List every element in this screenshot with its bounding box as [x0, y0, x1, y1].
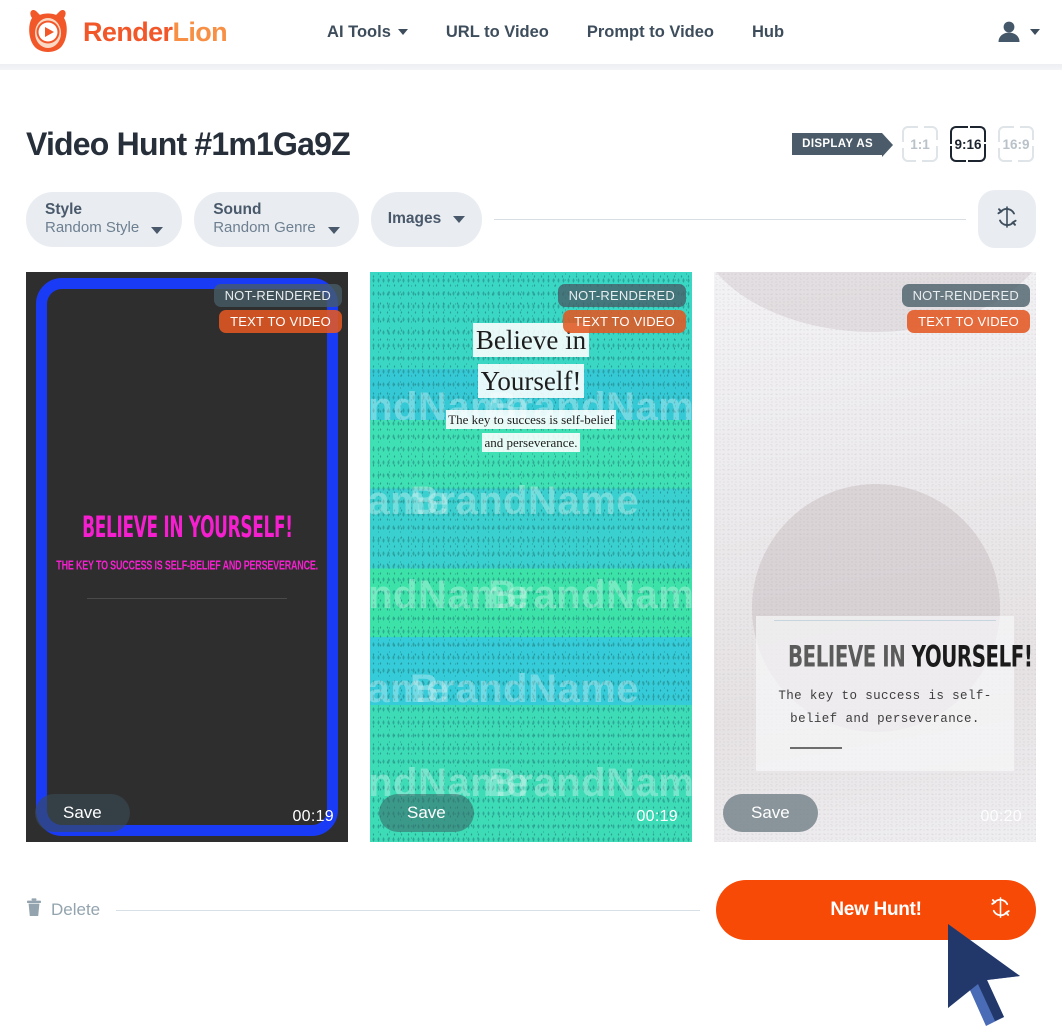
nav-item-ai-tools-label: AI Tools — [327, 22, 391, 41]
regenerate-button[interactable] — [978, 190, 1036, 248]
page-title: Video Hunt #1m1Ga9Z — [26, 125, 351, 162]
card-rule-decoration — [87, 598, 287, 599]
type-badge: TEXT TO VIDEO — [907, 310, 1030, 333]
images-dropdown-title: Images — [387, 210, 442, 228]
nav-item-ai-tools[interactable]: AI Tools — [327, 23, 408, 42]
card-badges: NOT-RENDERED TEXT TO VIDEO — [557, 284, 686, 333]
chevron-down-icon — [327, 226, 340, 234]
images-dropdown[interactable]: Images — [370, 191, 483, 247]
watermark-text: BrandName — [410, 479, 640, 523]
user-account-icon — [994, 17, 1024, 47]
card-subline-line1: The key to success is self- — [778, 689, 992, 703]
account-menu[interactable] — [994, 17, 1040, 47]
video-card[interactable]: BELIEVE IN YOURSELF! The key to success … — [714, 272, 1036, 842]
style-dropdown[interactable]: Style Random Style — [26, 191, 183, 247]
card-subline-line1: The key to success is self-belief — [448, 412, 614, 427]
sound-dropdown[interactable]: Sound Random Genre — [194, 191, 359, 247]
brand-name-second: Lion — [172, 16, 228, 47]
watermark-text: BrandName — [488, 573, 692, 617]
card-headline-bold: YOURSELF! — [911, 639, 1033, 674]
card-content: Believe in Yourself! The key to success … — [370, 320, 692, 455]
bottom-action-bar: Delete New Hunt! — [0, 880, 1062, 940]
card-badges: NOT-RENDERED TEXT TO VIDEO — [901, 284, 1030, 333]
style-dropdown-title: Style — [45, 200, 83, 218]
brand-name-first: Render — [83, 16, 173, 47]
lion-play-logo-icon — [22, 6, 74, 58]
type-badge: TEXT TO VIDEO — [563, 310, 686, 333]
nav-item-url-to-video[interactable]: URL to Video — [446, 23, 549, 42]
page-header: Video Hunt #1m1Ga9Z DISPLAY AS 1:1 9:16 … — [0, 116, 1062, 172]
refresh-icon — [989, 896, 1012, 924]
status-badge: NOT-RENDERED — [213, 284, 342, 307]
duration-label: 00:20 — [980, 808, 1022, 825]
nav-item-url-to-video-label: URL to Video — [445, 22, 549, 41]
card-content: BELIEVE IN YOURSELF! THE KEY TO SUCCESS … — [26, 272, 348, 842]
card-headline: BELIEVE IN YOURSELF! — [81, 511, 293, 545]
new-hunt-button[interactable]: New Hunt! — [716, 880, 1036, 940]
refresh-icon — [995, 205, 1019, 234]
save-button[interactable]: Save — [379, 794, 474, 832]
video-card-grid: BELIEVE IN YOURSELF! THE KEY TO SUCCESS … — [0, 272, 1062, 842]
sound-dropdown-title: Sound — [213, 200, 262, 218]
ratio-button-16-9-label: 16:9 — [1002, 136, 1030, 152]
duration-label: 00:19 — [292, 808, 334, 825]
card-subline-line2: and perseverance. — [484, 434, 578, 450]
ratio-button-1-1[interactable]: 1:1 — [900, 124, 940, 164]
card-subline: The key to success is self- belief and p… — [774, 685, 996, 731]
video-card[interactable]: BELIEVE IN YOURSELF! THE KEY TO SUCCESS … — [26, 272, 348, 842]
type-badge: TEXT TO VIDEO — [219, 310, 342, 333]
card-rule-decoration — [790, 747, 842, 750]
nav-item-hub[interactable]: Hub — [752, 23, 784, 42]
style-dropdown-value: Random Style — [45, 219, 140, 237]
delete-button-label: Delete — [51, 900, 101, 919]
nav-divider — [0, 64, 1062, 70]
trash-icon — [26, 898, 42, 922]
chevron-down-icon — [1030, 29, 1040, 35]
filter-bar-divider — [494, 218, 966, 220]
card-headline-light: BELIEVE IN — [788, 639, 912, 674]
chevron-down-icon — [397, 29, 408, 35]
watermark-text: BrandName — [488, 761, 692, 805]
display-as-group: DISPLAY AS 1:1 9:16 16:9 — [792, 124, 1036, 164]
watermark-text: BrandName — [410, 667, 640, 711]
save-button[interactable]: Save — [35, 794, 130, 832]
save-button[interactable]: Save — [723, 794, 818, 832]
chevron-down-icon — [453, 215, 466, 223]
ratio-button-16-9[interactable]: 16:9 — [996, 124, 1036, 164]
card-subline: The key to success is self-belief and pe… — [392, 409, 670, 455]
display-as-tag: DISPLAY AS — [792, 133, 893, 157]
card-subline-line2: belief and perseverance. — [790, 712, 980, 727]
sound-dropdown-value: Random Genre — [213, 219, 316, 237]
card-headline-line2: Yourself! — [479, 365, 583, 396]
status-badge: NOT-RENDERED — [557, 284, 686, 307]
delete-button[interactable]: Delete — [26, 898, 100, 922]
brand-name: RenderLion — [83, 16, 228, 47]
nav-item-hub-label: Hub — [752, 22, 785, 41]
ratio-button-9-16[interactable]: 9:16 — [948, 124, 988, 164]
chevron-down-icon — [151, 226, 164, 234]
card-headline: BELIEVE IN YOURSELF! — [788, 639, 1033, 674]
filter-bar: Style Random Style Sound Random Genre Im… — [0, 188, 1062, 250]
nav-item-prompt-to-video-label: Prompt to Video — [586, 22, 714, 41]
top-navigation-bar: RenderLion AI Tools URL to Video Prompt … — [0, 0, 1062, 64]
bottom-divider — [116, 909, 700, 911]
video-card[interactable]: BrandName BrandName BrandName BrandName … — [370, 272, 692, 842]
card-badges: NOT-RENDERED TEXT TO VIDEO — [213, 284, 342, 333]
nav-links: AI Tools URL to Video Prompt to Video Hu… — [327, 23, 784, 42]
status-badge: NOT-RENDERED — [901, 284, 1030, 307]
ratio-button-1-1-label: 1:1 — [910, 136, 930, 152]
new-hunt-button-label: New Hunt! — [830, 899, 922, 920]
ratio-button-9-16-label: 9:16 — [954, 136, 982, 152]
card-subline: THE KEY TO SUCCESS IS SELF-BELIEF AND PE… — [56, 559, 318, 574]
brand-logo[interactable]: RenderLion — [22, 6, 228, 58]
duration-label: 00:19 — [636, 808, 678, 825]
nav-item-prompt-to-video[interactable]: Prompt to Video — [587, 23, 714, 42]
card-content: BELIEVE IN YOURSELF! The key to success … — [756, 616, 1033, 772]
